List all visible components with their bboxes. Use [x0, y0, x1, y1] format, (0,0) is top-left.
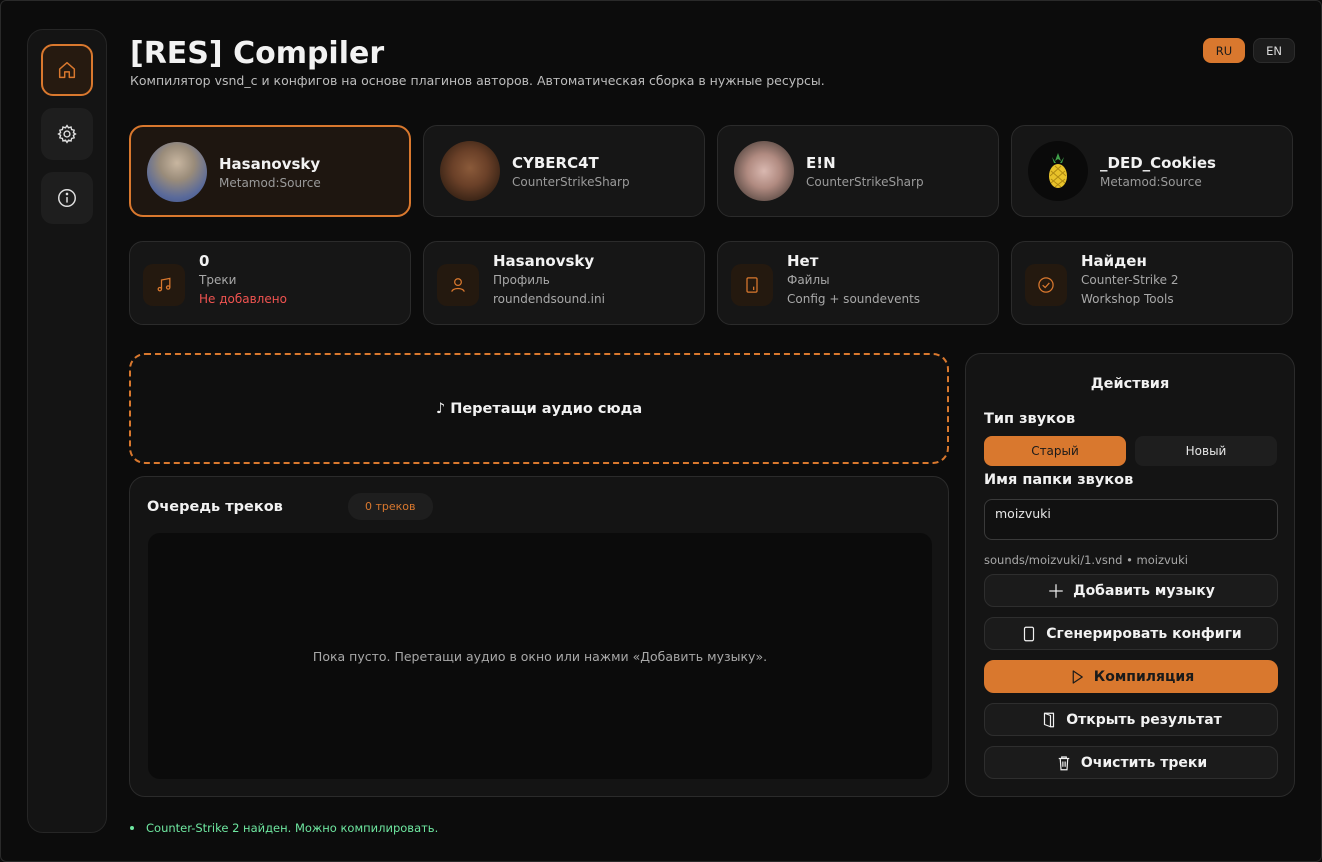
cs2-status: Найден	[1081, 252, 1147, 270]
user-icon	[451, 278, 465, 292]
queue-count-badge: 0 треков	[348, 493, 433, 520]
profile-label: Профиль	[493, 273, 550, 287]
info-card-tracks: 0 Треки Не добавлено	[129, 241, 411, 325]
avatar	[1028, 141, 1088, 201]
file-icon	[746, 277, 758, 293]
profile-name: Hasanovsky	[493, 252, 595, 270]
lang-en-button[interactable]: EN	[1253, 38, 1295, 63]
folder-name-input[interactable]: moizvuki	[984, 499, 1278, 540]
sound-type-old-button[interactable]: Старый	[984, 436, 1126, 466]
files-status: Нет	[787, 252, 819, 270]
audio-dropzone[interactable]: ♪ Перетащи аудио сюда	[129, 353, 949, 464]
author-name: _DED_Cookies	[1100, 154, 1216, 172]
author-platform: CounterStrikeSharp	[806, 175, 924, 189]
info-icon	[58, 189, 76, 207]
author-name: Hasanovsky	[219, 155, 321, 173]
generate-configs-button[interactable]: Сгенерировать конфиги	[984, 617, 1278, 650]
dropzone-label: ♪ Перетащи аудио сюда	[435, 400, 643, 417]
clear-tracks-button[interactable]: Очистить треки	[984, 746, 1278, 779]
files-label: Файлы	[787, 273, 830, 287]
pineapple-icon	[1049, 153, 1067, 188]
page-title: [RES] Compiler	[130, 36, 385, 71]
queue-list[interactable]: Пока пусто. Перетащи аудио в окно или на…	[148, 533, 932, 779]
sound-type-label: Тип звуков	[984, 411, 1076, 427]
door-open-icon	[1044, 712, 1055, 727]
author-name: E!N	[806, 154, 836, 172]
avatar	[147, 142, 207, 202]
cs2-detail: Workshop Tools	[1081, 292, 1174, 306]
file-icon	[1024, 626, 1035, 641]
avatar	[440, 141, 500, 201]
author-platform: Metamod:Source	[1100, 175, 1202, 189]
compile-button[interactable]: Компиляция	[984, 660, 1278, 693]
author-card-ded-cookies[interactable]: _DED_Cookies Metamod:Source	[1011, 125, 1293, 217]
status-dot-icon	[130, 826, 134, 830]
tracks-status: Не добавлено	[199, 292, 287, 306]
queue-empty-text: Пока пусто. Перетащи аудио в окно или на…	[312, 648, 768, 664]
sidebar	[27, 29, 107, 833]
plus-icon	[1049, 583, 1063, 598]
tracks-label: Треки	[199, 273, 237, 287]
check-circle-icon	[1038, 277, 1054, 293]
sidebar-item-about[interactable]	[41, 172, 93, 224]
queue-title: Очередь треков	[147, 499, 283, 515]
path-preview: sounds/moizvuki/1.vsnd • moizvuki	[984, 553, 1188, 567]
add-music-button[interactable]: Добавить музыку	[984, 574, 1278, 607]
open-result-button[interactable]: Открыть результат	[984, 703, 1278, 736]
folder-name-label: Имя папки звуков	[984, 472, 1134, 488]
author-card-cyberc4t[interactable]: CYBERC4T CounterStrikeSharp	[423, 125, 705, 217]
info-card-profile: Hasanovsky Профиль roundendsound.ini	[423, 241, 705, 325]
profile-file: roundendsound.ini	[493, 292, 605, 306]
music-note-icon	[157, 277, 171, 292]
info-card-cs2: Найден Counter-Strike 2 Workshop Tools	[1011, 241, 1293, 325]
trash-icon	[1058, 755, 1070, 770]
sidebar-item-settings[interactable]	[41, 108, 93, 160]
author-platform: CounterStrikeSharp	[512, 175, 630, 189]
author-name: CYBERC4T	[512, 154, 599, 172]
author-platform: Metamod:Source	[219, 176, 321, 190]
files-detail: Config + soundevents	[787, 292, 921, 306]
gear-icon	[57, 124, 77, 144]
sidebar-item-home[interactable]	[41, 44, 93, 96]
cs2-label: Counter-Strike 2	[1081, 273, 1179, 287]
home-icon	[58, 61, 76, 79]
actions-title: Действия	[1090, 376, 1170, 392]
sound-type-new-button[interactable]: Новый	[1135, 436, 1277, 466]
status-text: Counter-Strike 2 найден. Можно компилиро…	[146, 821, 439, 835]
info-card-files: Нет Файлы Config + soundevents	[717, 241, 999, 325]
status-bar: Counter-Strike 2 найден. Можно компилиро…	[130, 821, 438, 835]
author-card-ein[interactable]: E!N CounterStrikeSharp	[717, 125, 999, 217]
author-card-hasanovsky[interactable]: Hasanovsky Metamod:Source	[129, 125, 411, 217]
lang-ru-button[interactable]: RU	[1203, 38, 1245, 63]
page-subtitle: Компилятор vsnd_c и конфигов на основе п…	[130, 73, 825, 88]
play-icon	[1072, 669, 1083, 684]
track-queue-panel: Очередь треков 0 треков Пока пусто. Пере…	[129, 476, 949, 797]
avatar	[734, 141, 794, 201]
tracks-count: 0	[199, 252, 210, 270]
actions-panel: Действия Тип звуков Старый Новый Имя пап…	[965, 353, 1295, 797]
